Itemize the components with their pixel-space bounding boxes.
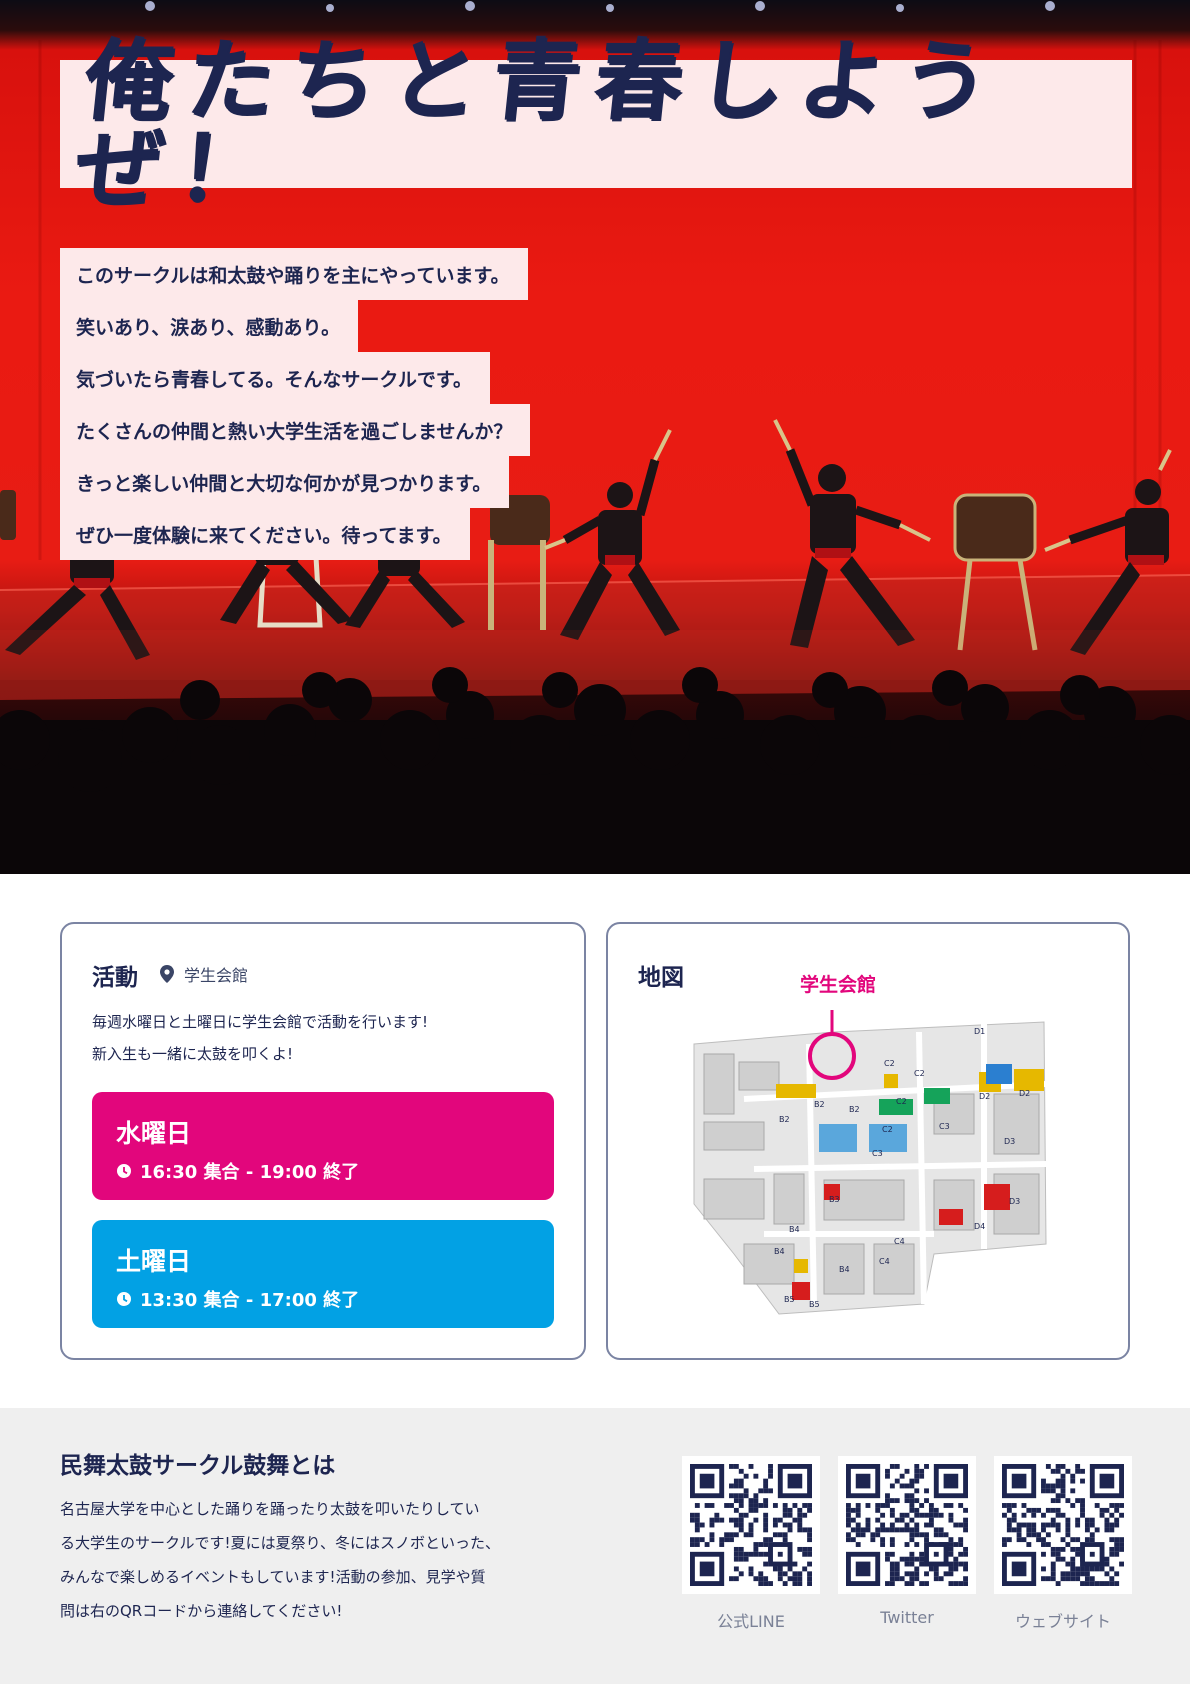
description-line: 毎週水曜日と土曜日に学生会館で活動を行います! [92, 1013, 429, 1031]
intro-line: きっと楽しい仲間と大切な何かが見つかります。 [60, 456, 510, 508]
svg-text:D3: D3 [1009, 1197, 1020, 1206]
svg-text:B4: B4 [789, 1225, 800, 1234]
svg-text:B5: B5 [809, 1300, 820, 1309]
svg-text:B4: B4 [774, 1247, 785, 1256]
svg-text:D2: D2 [1019, 1089, 1030, 1098]
intro-line: たくさんの仲間と熱い大学生活を過ごしませんか？ [60, 404, 531, 456]
qr-code-icon [690, 1464, 812, 1586]
qr-twitter[interactable]: Twitter [838, 1456, 976, 1627]
svg-text:C4: C4 [894, 1237, 905, 1246]
clock-icon [117, 1292, 131, 1306]
about-section: 民舞太鼓サークル鼓舞とは 名古屋大学を中心とした踊りを踊ったり太鼓を叩いたりして… [0, 1408, 1190, 1684]
about-title: 民舞太鼓サークル鼓舞とは [60, 1453, 336, 1479]
svg-text:C2: C2 [914, 1069, 925, 1078]
about-line: みんなで楽しめるイベントもしています!活動の参加、見学や質 [60, 1568, 486, 1586]
location-label: 学生会館 [184, 966, 249, 985]
day-time-row: 16:30 集合 - 19:00 終了 [116, 1158, 530, 1184]
day-time: 16:30 集合 - 19:00 終了 [140, 1162, 360, 1183]
intro-line: 気づいたら青春してる。そんなサークルです。 [60, 352, 490, 404]
svg-text:D2: D2 [979, 1092, 990, 1101]
intro-line: このサークルは和太鼓や踊りを主にやっています。 [60, 248, 528, 300]
headline-banner: 俺たちと青春しようぜ！ [60, 28, 1132, 220]
qr-line[interactable]: 公式LINE [682, 1456, 820, 1632]
svg-text:C3: C3 [872, 1149, 883, 1158]
hero-photo: 俺たちと青春しようぜ！ このサークルは和太鼓や踊りを主にやっています。 笑いあり… [0, 0, 1190, 874]
qr-label: Twitter [880, 1608, 934, 1627]
qr-label: 公式LINE [717, 1612, 785, 1631]
svg-text:C3: C3 [939, 1122, 950, 1131]
svg-text:B2: B2 [814, 1100, 825, 1109]
svg-text:C2: C2 [896, 1097, 907, 1106]
headline: 俺たちと青春しようぜ！ [69, 28, 1009, 220]
activity-title: 活動 [92, 965, 138, 991]
schedule-saturday: 土曜日 13:30 集合 - 17:00 終了 [92, 1220, 554, 1328]
day-name: 水曜日 [116, 1119, 192, 1148]
svg-text:C4: C4 [879, 1257, 890, 1266]
intro-line: 笑いあり、涙あり、感動あり。 [60, 300, 359, 352]
clock-icon [117, 1164, 131, 1178]
svg-text:B4: B4 [839, 1265, 850, 1274]
campus-map: D1 C2 C2 B2 B2 B2 C2 C2 C3 C3 D2 D2 D3 D3 D4 B3 B4 B… [693, 1010, 1047, 1315]
day-time-row: 13:30 集合 - 17:00 終了 [116, 1286, 530, 1312]
svg-text:D1: D1 [974, 1027, 985, 1036]
day-time: 13:30 集合 - 17:00 終了 [140, 1290, 360, 1311]
about-body: 名古屋大学を中心とした踊りを踊ったり太鼓を叩いたりしてい る大学生のサークルです… [60, 1492, 530, 1628]
intro-line: ぜひ一度体験に来てください。待ってます。 [60, 508, 470, 560]
location: 学生会館 [160, 962, 248, 986]
day-name: 土曜日 [116, 1247, 192, 1276]
about-line: 問は右のQRコードから連絡してください! [60, 1602, 343, 1620]
activity-card: 活動 学生会館 毎週水曜日と土曜日に学生会館で活動を行います! 新入生も一緒に太… [60, 922, 586, 1360]
about-line: る大学生のサークルです!夏には夏祭り、冬にはスノボといった、 [60, 1534, 500, 1552]
svg-text:B3: B3 [829, 1195, 840, 1204]
svg-text:D3: D3 [1004, 1137, 1015, 1146]
svg-text:B2: B2 [779, 1115, 790, 1124]
svg-text:B2: B2 [849, 1105, 860, 1114]
qr-code-icon [846, 1464, 968, 1586]
svg-text:C2: C2 [882, 1125, 893, 1134]
svg-text:C2: C2 [884, 1059, 895, 1068]
map-highlight-label: 学生会館 [800, 974, 877, 996]
qr-website[interactable]: ウェブサイト [994, 1456, 1132, 1632]
map-pin-icon [160, 965, 174, 983]
activity-description: 毎週水曜日と土曜日に学生会館で活動を行います! 新入生も一緒に太鼓を叩くよ! [92, 1006, 428, 1070]
qr-code-icon [1002, 1464, 1124, 1586]
schedule-wednesday: 水曜日 16:30 集合 - 19:00 終了 [92, 1092, 554, 1200]
svg-text:B5: B5 [784, 1295, 795, 1304]
about-line: 名古屋大学を中心とした踊りを踊ったり太鼓を叩いたりしてい [60, 1500, 480, 1518]
svg-text:D4: D4 [974, 1222, 985, 1231]
qr-label: ウェブサイト [1014, 1612, 1111, 1631]
description-line: 新入生も一緒に太鼓を叩くよ! [92, 1045, 294, 1063]
map-title: 地図 [638, 965, 684, 991]
map-card: 地図 学生会館 D1 C2 C2 B2 B2 B2 C2 C2 C3 C3 D2… [606, 922, 1130, 1360]
